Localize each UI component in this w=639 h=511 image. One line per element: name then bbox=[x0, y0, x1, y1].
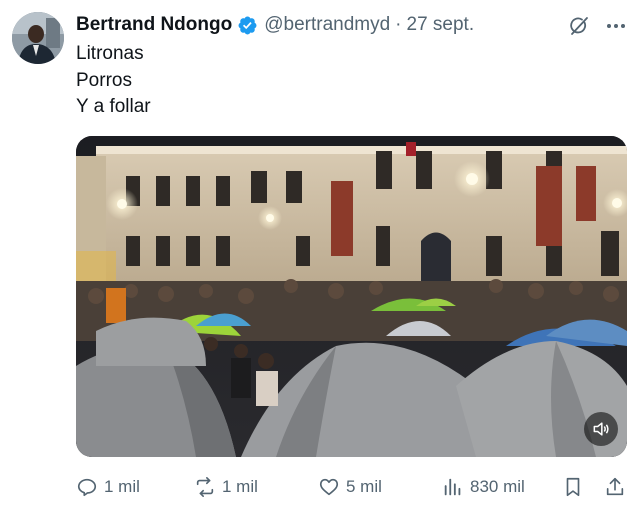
reply-count: 1 mil bbox=[104, 477, 140, 496]
verified-badge-icon[interactable] bbox=[237, 15, 258, 36]
author-name[interactable]: Bertrand Ndongo bbox=[76, 14, 232, 36]
views-icon bbox=[444, 478, 461, 496]
repost-icon bbox=[196, 477, 214, 497]
avatar-image bbox=[12, 12, 64, 64]
tweet-video[interactable] bbox=[76, 136, 627, 457]
like-count: 5 mil bbox=[346, 477, 382, 496]
bookmark-button[interactable] bbox=[562, 472, 584, 502]
heart-icon bbox=[319, 478, 339, 496]
share-icon bbox=[606, 477, 624, 496]
separator-dot: · bbox=[395, 14, 402, 35]
speaker-icon bbox=[593, 422, 609, 436]
tweet-text-line: Litronas bbox=[76, 43, 144, 64]
mute-button[interactable] bbox=[584, 412, 618, 446]
tweet-text: Litronas Porros Y a follar bbox=[76, 41, 151, 121]
tweet-date[interactable]: 27 sept. bbox=[407, 14, 475, 36]
author-handle[interactable]: @bertrandmyd bbox=[264, 14, 390, 36]
tweet-text-line: Y a follar bbox=[76, 96, 151, 117]
share-button[interactable] bbox=[604, 472, 626, 502]
views-count: 830 mil bbox=[470, 477, 525, 496]
repost-button[interactable]: 1 mil bbox=[194, 472, 258, 502]
grok-icon[interactable] bbox=[567, 14, 591, 38]
views-button[interactable]: 830 mil bbox=[442, 472, 525, 502]
more-options-icon[interactable] bbox=[604, 14, 628, 38]
avatar[interactable] bbox=[12, 12, 64, 64]
like-button[interactable]: 5 mil bbox=[318, 472, 382, 502]
reply-button[interactable]: 1 mil bbox=[76, 472, 140, 502]
video-frame bbox=[76, 136, 627, 457]
tweet-action-bar: 1 mil 1 mil 5 mil 830 mil bbox=[76, 472, 629, 502]
tweet-text-line: Porros bbox=[76, 69, 132, 91]
tweet-header: Bertrand Ndongo @bertrandmyd · 27 sept. bbox=[76, 12, 474, 38]
reply-icon bbox=[77, 478, 97, 497]
bookmark-icon bbox=[566, 477, 580, 497]
repost-count: 1 mil bbox=[222, 477, 258, 496]
